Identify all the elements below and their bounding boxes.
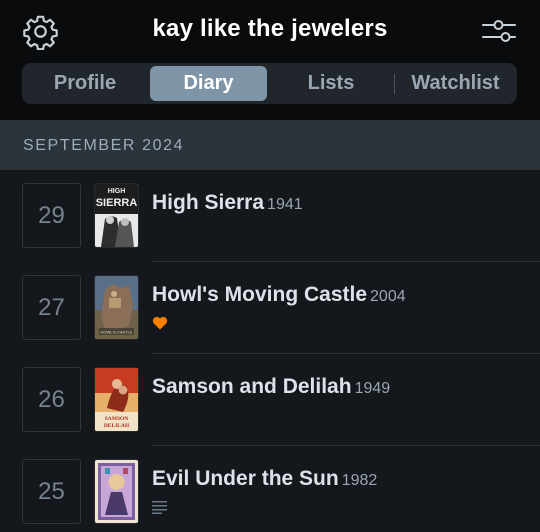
diary-entry[interactable]: 25 Evil Under the Sun 1982 bbox=[0, 446, 540, 532]
film-title: Howl's Moving Castle bbox=[152, 283, 368, 306]
tab-watchlist[interactable]: Watchlist bbox=[398, 66, 513, 101]
svg-text:SAMSON: SAMSON bbox=[105, 416, 129, 422]
film-poster: HIGH SIERRA bbox=[95, 184, 138, 247]
film-title: Evil Under the Sun bbox=[152, 467, 339, 490]
diary-entry[interactable]: 29 HIGH SIERRA High Sierra 1941 bbox=[0, 170, 540, 262]
profile-tabs: Profile Diary Lists Watchlist bbox=[22, 63, 517, 104]
film-year: 1941 bbox=[267, 196, 303, 213]
review-lines-icon bbox=[152, 501, 167, 514]
month-label: SEPTEMBER 2024 bbox=[23, 137, 185, 154]
settings-button[interactable] bbox=[22, 13, 59, 50]
film-year: 2004 bbox=[370, 288, 406, 305]
svg-text:DELILAH: DELILAH bbox=[104, 423, 130, 429]
film-year: 1949 bbox=[354, 380, 391, 397]
heart-icon bbox=[152, 316, 168, 330]
diary-entry[interactable]: 27 HOWL'S CASTLE Howl's Moving Castle 200… bbox=[0, 262, 540, 354]
film-poster: HOWL'S CASTLE bbox=[95, 276, 138, 339]
page-title: kay like the jewelers bbox=[152, 15, 388, 42]
film-poster: SAMSON DELILAH bbox=[95, 368, 138, 431]
film-poster bbox=[95, 460, 138, 523]
svg-text:SIERRA: SIERRA bbox=[96, 197, 138, 209]
tab-profile[interactable]: Profile bbox=[26, 66, 144, 101]
film-title-row: Howl's Moving Castle 2004 bbox=[152, 283, 406, 307]
gear-icon bbox=[23, 15, 58, 50]
diary-entry[interactable]: 26 SAMSON DELILAH Samson and Delilah 1949 bbox=[0, 354, 540, 446]
tab-divider bbox=[394, 74, 395, 94]
day-number: 25 bbox=[22, 459, 81, 524]
film-year: 1982 bbox=[341, 472, 378, 489]
tab-lists[interactable]: Lists bbox=[272, 66, 390, 101]
svg-text:HIGH: HIGH bbox=[108, 188, 126, 195]
film-title-row: Evil Under the Sun 1982 bbox=[152, 467, 377, 491]
film-title-row: High Sierra 1941 bbox=[152, 191, 303, 215]
sliders-icon bbox=[482, 20, 516, 42]
day-number: 26 bbox=[22, 367, 81, 432]
tab-diary[interactable]: Diary bbox=[150, 66, 267, 101]
film-title-row: Samson and Delilah 1949 bbox=[152, 375, 390, 399]
day-number: 29 bbox=[22, 183, 81, 248]
day-number: 27 bbox=[22, 275, 81, 340]
film-title: High Sierra bbox=[152, 191, 265, 214]
filter-button[interactable] bbox=[480, 15, 518, 47]
svg-text:HOWL'S CASTLE: HOWL'S CASTLE bbox=[100, 330, 132, 335]
film-title: Samson and Delilah bbox=[152, 375, 352, 398]
app-header: kay like the jewelers Profile Diary List… bbox=[0, 0, 540, 120]
